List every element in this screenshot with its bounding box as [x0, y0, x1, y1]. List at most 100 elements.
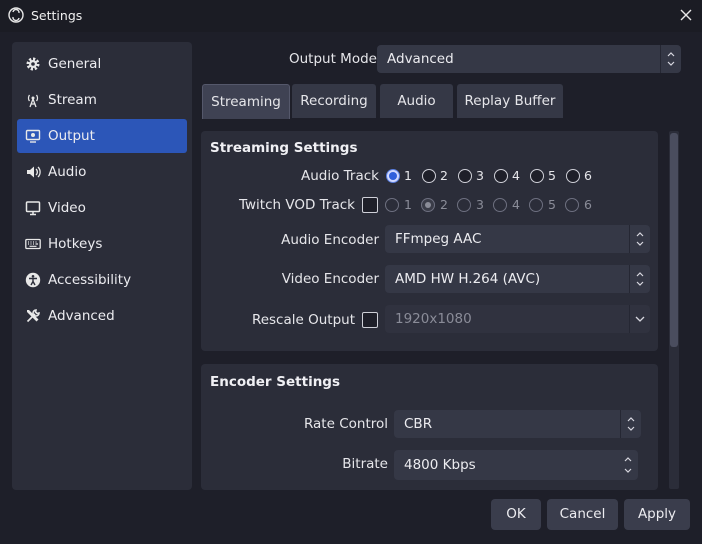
bitrate-spinbox[interactable]: 4800 Kbps	[394, 450, 638, 480]
radio-label: 6	[584, 168, 592, 183]
encoder-settings-group: Encoder Settings Rate Control CBR Bitrat…	[201, 364, 658, 490]
settings-scrollbar[interactable]	[669, 131, 679, 489]
audio-track-radio-5[interactable]	[530, 169, 544, 183]
settings-sidebar: General Stream Output Audio Video Hotkey…	[12, 42, 192, 490]
sidebar-item-label: General	[48, 56, 102, 72]
close-icon	[680, 9, 692, 21]
button-label: Apply	[637, 506, 677, 522]
radio-label: 5	[548, 168, 556, 183]
sidebar-item-advanced[interactable]: Advanced	[17, 299, 187, 333]
rate-control-label: Rate Control	[303, 416, 388, 432]
twitch-vod-label: Twitch VOD Track	[238, 197, 355, 213]
cancel-button[interactable]: Cancel	[547, 499, 618, 530]
chevron-down-icon	[629, 305, 650, 333]
tab-label: Replay Buffer	[464, 93, 556, 109]
updown-arrows-icon	[620, 410, 641, 438]
sidebar-item-label: Hotkeys	[48, 236, 103, 252]
sidebar-item-label: Advanced	[48, 308, 115, 324]
radio-label: 4	[512, 197, 520, 212]
spin-arrows-icon[interactable]	[618, 450, 638, 480]
bitrate-value: 4800 Kbps	[404, 457, 476, 473]
accessibility-icon	[25, 272, 41, 288]
sidebar-item-label: Stream	[48, 92, 97, 108]
antenna-icon	[27, 94, 39, 108]
sidebar-item-label: Accessibility	[48, 272, 132, 288]
audio-track-radio-3[interactable]	[458, 169, 472, 183]
sidebar-item-video[interactable]: Video	[17, 191, 187, 225]
audio-track-radio-1[interactable]	[386, 169, 400, 183]
twitch-vod-radio-1	[385, 198, 399, 212]
audio-encoder-select[interactable]: FFmpeg AAC	[385, 225, 650, 253]
button-label: OK	[506, 506, 526, 522]
rate-control-value: CBR	[404, 416, 433, 432]
sidebar-item-stream[interactable]: Stream	[17, 83, 187, 117]
output-mode-select[interactable]: Advanced	[377, 45, 681, 73]
output-mode-label: Output Mode	[289, 51, 377, 67]
radio-label: 3	[476, 197, 484, 212]
window-title: Settings	[31, 8, 83, 23]
audio-track-label: Audio Track	[301, 168, 379, 184]
close-button[interactable]	[676, 5, 696, 25]
tab-streaming[interactable]: Streaming	[202, 84, 290, 119]
audio-track-radio-6[interactable]	[566, 169, 580, 183]
audio-encoder-value: FFmpeg AAC	[395, 231, 482, 247]
gear-icon	[26, 57, 40, 71]
ok-button[interactable]: OK	[491, 499, 541, 530]
rescale-resolution-select: 1920x1080	[385, 305, 650, 333]
rate-control-select[interactable]: CBR	[394, 410, 641, 438]
tools-icon	[26, 309, 40, 323]
tab-replay-buffer[interactable]: Replay Buffer	[457, 84, 563, 118]
sidebar-item-general[interactable]: General	[17, 47, 187, 81]
video-encoder-label: Video Encoder	[281, 271, 379, 287]
radio-label: 1	[404, 197, 412, 212]
audio-track-radio-2[interactable]	[422, 169, 436, 183]
apply-button[interactable]: Apply	[624, 499, 690, 530]
radio-label: 2	[440, 168, 448, 183]
twitch-vod-radio-5	[529, 198, 543, 212]
radio-label: 1	[404, 168, 412, 183]
title-bar: Settings	[0, 0, 702, 32]
twitch-vod-radio-3	[457, 198, 471, 212]
audio-encoder-label: Audio Encoder	[281, 232, 379, 248]
sidebar-item-accessibility[interactable]: Accessibility	[17, 263, 187, 297]
streaming-settings-group: Streaming Settings Audio Track 1 2 3 4 5…	[201, 131, 658, 351]
bitrate-label: Bitrate	[342, 456, 388, 472]
obs-logo-icon	[8, 7, 24, 23]
sidebar-item-label: Audio	[48, 164, 87, 180]
rescale-output-checkbox[interactable]	[362, 312, 378, 328]
sidebar-item-label: Output	[48, 128, 95, 144]
tab-label: Audio	[397, 93, 436, 109]
keyboard-icon	[25, 238, 41, 250]
twitch-vod-radio-2	[421, 198, 435, 212]
tab-label: Streaming	[211, 94, 281, 110]
radio-label: 4	[512, 168, 520, 183]
output-mode-value: Advanced	[387, 51, 454, 67]
radio-label: 5	[548, 197, 556, 212]
updown-arrows-icon	[629, 225, 650, 253]
monitor-icon	[25, 201, 41, 216]
twitch-vod-checkbox[interactable]	[362, 197, 378, 213]
speaker-icon	[27, 166, 41, 178]
twitch-vod-radio-4	[493, 198, 507, 212]
scrollbar-thumb[interactable]	[670, 133, 678, 347]
tab-recording[interactable]: Recording	[292, 84, 376, 118]
video-encoder-select[interactable]: AMD HW H.264 (AVC)	[385, 265, 650, 293]
group-title: Encoder Settings	[210, 374, 341, 390]
updown-arrows-icon	[629, 265, 650, 293]
video-encoder-value: AMD HW H.264 (AVC)	[395, 271, 541, 287]
rescale-resolution-value: 1920x1080	[395, 311, 472, 327]
sidebar-item-label: Video	[48, 200, 86, 216]
tab-label: Recording	[300, 93, 368, 109]
tab-audio[interactable]: Audio	[380, 84, 453, 118]
updown-arrows-icon	[660, 45, 681, 73]
sidebar-item-hotkeys[interactable]: Hotkeys	[17, 227, 187, 261]
rescale-output-label: Rescale Output	[251, 312, 355, 328]
output-icon	[25, 129, 41, 143]
audio-track-radio-4[interactable]	[494, 169, 508, 183]
radio-label: 6	[584, 197, 592, 212]
sidebar-item-output[interactable]: Output	[17, 119, 187, 153]
twitch-vod-radio-6	[565, 198, 579, 212]
radio-label: 2	[440, 197, 448, 212]
sidebar-item-audio[interactable]: Audio	[17, 155, 187, 189]
button-label: Cancel	[559, 506, 606, 522]
